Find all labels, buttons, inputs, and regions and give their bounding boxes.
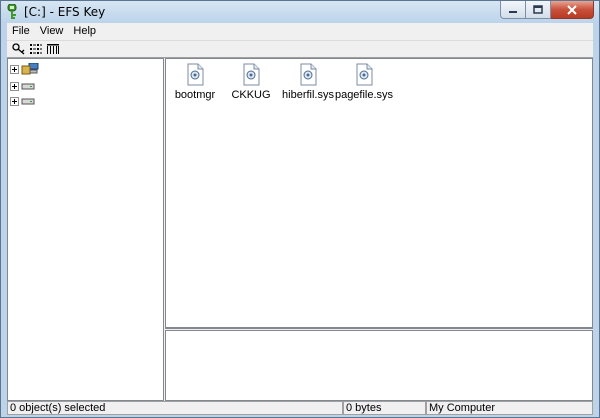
expand-icon[interactable]: [10, 96, 19, 106]
file-item[interactable]: bootmgr: [167, 63, 223, 103]
maximize-icon: [533, 5, 543, 14]
drive-icon: [21, 98, 35, 105]
file-name: hiberfil.sys: [282, 89, 334, 101]
key-search-icon: [12, 43, 25, 55]
file-name: pagefile.sys: [334, 89, 394, 101]
window-controls: [500, 1, 594, 20]
client-area: File View Help bootmgr CKKUG hiberfil.sy…: [7, 23, 593, 415]
status-bar: 0 object(s) selected 0 bytes My Computer: [7, 401, 593, 415]
app-key-icon: [7, 4, 17, 19]
minimize-button[interactable]: [500, 1, 526, 19]
details-view-button[interactable]: [45, 42, 61, 56]
key-search-button[interactable]: [11, 42, 27, 56]
close-button[interactable]: [551, 1, 594, 19]
maximize-button[interactable]: [526, 1, 551, 19]
drive-icon: [21, 83, 35, 90]
details-view-icon: [47, 44, 59, 54]
file-item[interactable]: CKKUG: [223, 63, 279, 103]
menu-view[interactable]: View: [35, 23, 69, 40]
window-title: [C:] - EFS Key: [24, 5, 106, 19]
file-name: CKKUG: [231, 89, 271, 101]
my-computer-icon: [21, 63, 39, 75]
file-item[interactable]: pagefile.sys: [334, 63, 394, 103]
file-icon: [356, 63, 373, 86]
list-view-button[interactable]: [28, 42, 44, 56]
status-location: My Computer: [426, 401, 593, 415]
menu-file[interactable]: File: [7, 23, 35, 40]
close-icon: [567, 4, 577, 15]
status-size: 0 bytes: [343, 401, 426, 415]
file-list[interactable]: bootmgr CKKUG hiberfil.sys pagefile.sys: [165, 58, 593, 328]
minimize-icon: [509, 10, 517, 13]
toolbar: [7, 40, 593, 58]
detail-pane[interactable]: [165, 330, 593, 401]
expand-icon[interactable]: [10, 64, 19, 74]
file-icon: [187, 63, 204, 86]
tree-node-drive-2[interactable]: [10, 94, 35, 108]
title-bar[interactable]: [C:] - EFS Key: [1, 1, 599, 23]
list-view-icon: [30, 44, 42, 54]
tree-node-drive-1[interactable]: [10, 79, 35, 93]
file-name: bootmgr: [174, 89, 216, 101]
tree-node-my-computer[interactable]: [10, 62, 39, 76]
menu-help[interactable]: Help: [68, 23, 101, 40]
file-icon: [243, 63, 260, 86]
folder-tree[interactable]: [7, 58, 164, 401]
menu-bar: File View Help: [7, 23, 593, 40]
app-window: [C:] - EFS Key File View Help bootmgr CK…: [0, 0, 600, 418]
expand-icon[interactable]: [10, 81, 19, 91]
status-selection: 0 object(s) selected: [7, 401, 343, 415]
file-item[interactable]: hiberfil.sys: [280, 63, 336, 103]
file-icon: [300, 63, 317, 86]
